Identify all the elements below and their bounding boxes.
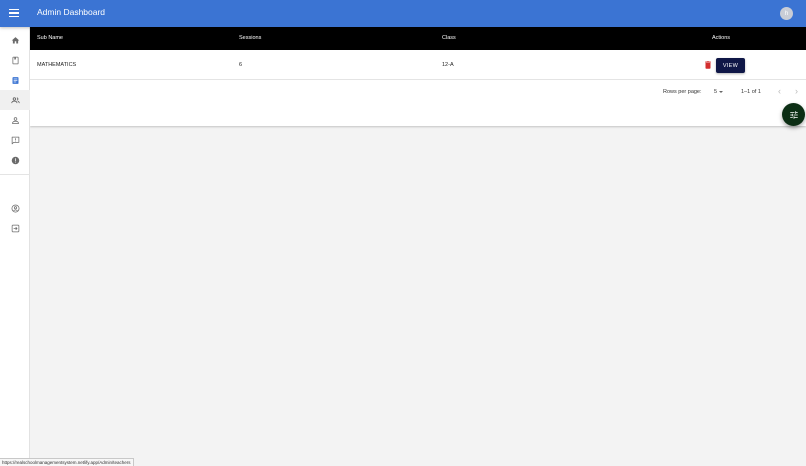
- pagination-range: 1–1 of 1: [741, 89, 761, 95]
- column-header-class: Class: [442, 35, 456, 41]
- chevron-right-icon: ›: [795, 86, 798, 96]
- cell-sessions: 6: [239, 62, 243, 68]
- speed-dial-button[interactable]: [782, 103, 805, 126]
- sidebar-item-home[interactable]: [0, 30, 30, 50]
- sidebar-item-notices[interactable]: [0, 130, 30, 150]
- column-header-sessions: Sessions: [239, 35, 262, 41]
- logout-icon: [11, 224, 19, 232]
- rows-per-page-value: 5: [714, 89, 718, 95]
- sidebar: [0, 27, 30, 466]
- profile-icon: [11, 204, 19, 212]
- avatar[interactable]: h: [780, 7, 793, 20]
- sidebar-item-classes[interactable]: [0, 50, 30, 70]
- subjects-table-card: Sub Name Sessions Class Actions MATHEMAT…: [30, 27, 806, 126]
- column-header-actions: Actions: [712, 35, 731, 41]
- sidebar-item-complains[interactable]: [0, 150, 30, 170]
- column-header-sub-name: Sub Name: [37, 35, 63, 41]
- view-button[interactable]: VIEW: [716, 58, 745, 73]
- subjects-icon: [12, 76, 18, 84]
- sidebar-item-subjects[interactable]: [0, 70, 30, 90]
- pagination: Rows per page: 5 1–1 of 1 ‹ ›: [30, 80, 806, 103]
- app-bar: Admin Dashboard h: [0, 0, 806, 27]
- table-row: MATHEMATICS 6 12-A VIEW: [30, 50, 806, 80]
- next-page-button[interactable]: ›: [792, 87, 801, 96]
- classes-icon: [12, 56, 18, 64]
- chevron-left-icon: ‹: [778, 86, 781, 96]
- status-bar-url: https://realschoolmanagementsystem.netli…: [0, 458, 135, 466]
- sidebar-item-students[interactable]: [0, 110, 30, 130]
- cell-sub-name: MATHEMATICS: [37, 62, 77, 68]
- sidebar-item-logout[interactable]: [0, 218, 30, 238]
- students-icon: [11, 116, 19, 124]
- sidebar-item-profile[interactable]: [0, 198, 30, 218]
- sidebar-divider: [0, 174, 30, 175]
- teachers-icon: [10, 96, 20, 103]
- rows-per-page-select[interactable]: 5: [714, 88, 728, 96]
- menu-icon[interactable]: [7, 6, 21, 20]
- previous-page-button[interactable]: ‹: [775, 87, 784, 96]
- tune-icon: [789, 110, 798, 119]
- complains-icon: [11, 156, 19, 164]
- table-header: Sub Name Sessions Class Actions: [30, 27, 806, 50]
- sidebar-item-teachers[interactable]: [0, 90, 30, 110]
- rows-per-page-label: Rows per page:: [663, 89, 702, 95]
- home-icon: [11, 36, 19, 43]
- caret-down-icon: [719, 91, 724, 93]
- cell-class: 12-A: [442, 62, 454, 68]
- app-title: Admin Dashboard: [37, 7, 106, 17]
- trash-icon: [705, 61, 711, 69]
- notices-icon: [11, 136, 19, 144]
- delete-button[interactable]: [703, 59, 713, 71]
